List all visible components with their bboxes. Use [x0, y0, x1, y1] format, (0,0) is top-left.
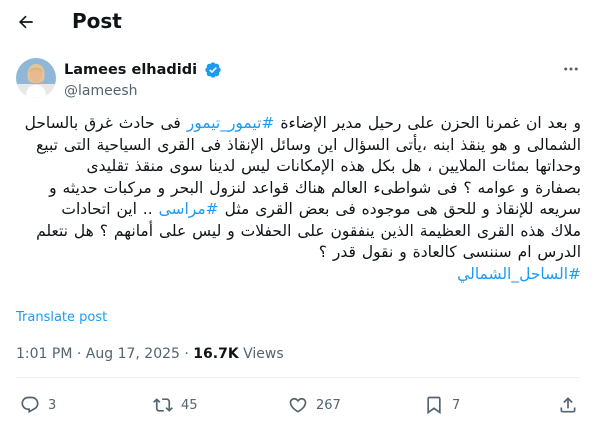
share-button[interactable]	[558, 394, 578, 416]
tweet-text-line: بصفارة و عوامه ؟ فى شواطىء العالم هناك ق…	[16, 178, 581, 200]
tweet-author: Lamees elhadidi @lameesh	[16, 58, 582, 102]
tweet-text-line: الشمالى و هو ينقذ ابنه ،يأتى السؤال اين …	[16, 135, 581, 157]
verified-badge-icon	[205, 61, 221, 78]
bookmark-icon	[427, 396, 441, 415]
like-count: 267	[316, 397, 341, 413]
tweet-text-line: سريعه للإنقاذ و للحق هى موجوده فى بعض ال…	[16, 199, 581, 221]
translate-post-link[interactable]: Translate post	[16, 310, 107, 325]
repost-icon	[153, 398, 173, 412]
tweet-text-segment: و بعد ان غمرنا الحزن على رحيل مدير الإضا…	[274, 114, 581, 132]
tweet-text-segment: الشمالى و هو ينقذ ابنه ،يأتى السؤال اين …	[36, 135, 581, 154]
more-horizontal-icon	[564, 67, 578, 71]
meta-separator: ·	[72, 346, 86, 362]
tweet-meta: 1:01 PM · Aug 17, 2025 · 16.7K Views	[16, 345, 284, 363]
like-button[interactable]: 267	[288, 394, 341, 416]
repost-count: 45	[181, 397, 198, 413]
tweet-text-line: الدرس ام سننسى كالعادة و نقول قدر ؟	[16, 242, 581, 264]
arrow-left-icon	[18, 15, 33, 29]
author-display-name[interactable]: Lamees elhadidi	[64, 61, 197, 79]
tweet-text-segment: فى حادث غرق بالساحل	[24, 114, 187, 132]
bookmark-button[interactable]: 7	[424, 394, 460, 416]
page-title: Post	[72, 9, 122, 33]
tweet-text-segment: الدرس ام سننسى كالعادة و نقول قدر ؟	[318, 243, 581, 261]
views-count: 16.7K	[193, 346, 239, 362]
tweet-text-segment: سريعه للإنقاذ و للحق هى موجوده فى بعض ال…	[218, 200, 581, 218]
tweet-actions: 3 45 267 7	[16, 388, 580, 422]
tweet-text-segment: وحداتها بمئات الملايين ، هل بكل هذه الإم…	[86, 157, 581, 175]
reply-icon	[21, 396, 39, 414]
hashtag-link[interactable]: #الساحل_الشمالي	[457, 265, 581, 283]
tweet-text-segment: ملاك هذه القرى العظيمة الذين ينفقون على …	[36, 221, 581, 240]
more-options-button[interactable]	[560, 58, 582, 80]
back-button[interactable]	[8, 4, 44, 40]
tweet-text-line: ملاك هذه القرى العظيمة الذين ينفقون على …	[16, 221, 581, 243]
tweet-text-line: وحداتها بمئات الملايين ، هل بكل هذه الإم…	[16, 156, 581, 178]
tweet-date[interactable]: Aug 17, 2025	[86, 346, 180, 362]
reply-button[interactable]: 3	[20, 394, 56, 416]
meta-separator: ·	[179, 346, 194, 362]
tweet-text-line: #الساحل_الشمالي	[16, 264, 581, 286]
bookmark-count: 7	[452, 397, 461, 413]
author-name-block: Lamees elhadidi @lameesh	[64, 59, 222, 100]
divider	[16, 377, 580, 378]
tweet-text-line: و بعد ان غمرنا الحزن على رحيل مدير الإضا…	[16, 113, 581, 135]
share-icon	[560, 397, 576, 413]
avatar[interactable]	[16, 58, 56, 98]
tweet-text-segment: .. اين اتحادات	[61, 200, 159, 218]
page-header: Post	[0, 0, 596, 44]
repost-button[interactable]: 45	[153, 394, 198, 416]
hashtag-link[interactable]: #مراسى	[159, 200, 219, 218]
reply-count: 3	[48, 397, 57, 413]
hashtag-link[interactable]: #تيمور_تيمور	[187, 114, 275, 132]
author-handle[interactable]: @lameesh	[64, 82, 222, 100]
heart-icon	[289, 397, 307, 413]
tweet-time[interactable]: 1:01 PM	[16, 346, 72, 362]
tweet-text-segment: بصفارة و عوامه ؟ فى شواطىء العالم هناك ق…	[49, 178, 581, 197]
views-label: Views	[238, 346, 284, 362]
tweet-text: و بعد ان غمرنا الحزن على رحيل مدير الإضا…	[16, 113, 581, 285]
